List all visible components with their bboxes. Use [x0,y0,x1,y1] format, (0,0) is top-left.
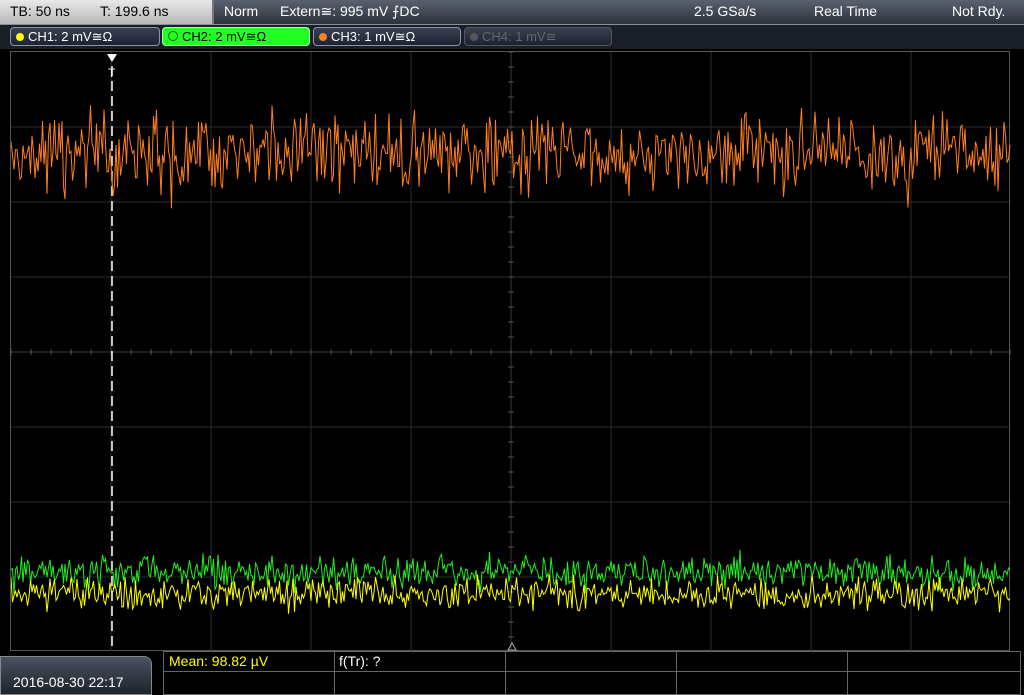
trigger-position-icon[interactable] [107,54,117,62]
channel-4-tab[interactable]: CH4: 1 mV≅ [464,27,612,46]
channel-3-color-dot [319,33,327,41]
ch2-trace [11,549,1011,594]
mean-measurement: Mean: 98.82 µV [169,653,269,669]
channel-1-color-dot [16,33,24,41]
trigger-time-readout: T: 199.6 ns [100,3,169,19]
channel-2-tab[interactable]: CH2: 2 mV≅Ω [162,27,310,46]
channel-1-tab[interactable]: CH1: 2 mV≅Ω [10,27,160,46]
channel-2-label: CH2: 2 mV≅Ω [182,29,267,44]
channel-bar: CH1: 2 mV≅Ω CH2: 2 mV≅Ω CH3: 1 mV≅Ω CH4:… [0,25,1024,49]
channel-3-label: CH3: 1 mV≅Ω [331,29,416,44]
bottom-bar: 2016-08-30 22:17 Mean: 98.82 µV f(Tr): ? [0,651,1024,695]
channel-4-color-dot [470,33,478,41]
measurement-cell-6[interactable] [163,671,335,695]
ch3-trace [11,105,1011,209]
measurement-cell-7[interactable] [334,671,506,695]
measurement-cell-4[interactable] [676,651,848,672]
channel-1-label: CH1: 2 mV≅Ω [28,29,113,44]
measurement-cell-10[interactable] [847,671,1021,695]
channel-3-tab[interactable]: CH3: 1 mV≅Ω [313,27,461,46]
measurement-cell-8[interactable] [505,671,677,695]
sample-rate: 2.5 GSa/s [694,3,757,19]
ch1-trace [11,574,1011,614]
trigger-mode[interactable]: Norm [224,3,258,19]
measurement-panel: Mean: 98.82 µV f(Tr): ? [163,651,1021,695]
timebase-readout: TB: 50 ns [10,3,70,19]
horizontal-center-icon [507,641,517,651]
status-bar: TB: 50 ns T: 199.6 ns Norm Extern≅: 995 … [0,0,1024,25]
acquisition-mode[interactable]: Real Time [814,3,877,19]
datetime: 2016-08-30 22:17 [13,674,124,690]
trigger-source[interactable]: Extern≅: 995 mV ⨍DC [280,3,420,20]
measurement-cell-5[interactable] [847,651,1021,672]
trigger-status: Not Rdy. [952,3,1006,19]
waveforms: T [11,54,1011,652]
channel-2-color-dot [168,31,178,41]
frequency-measurement: f(Tr): ? [339,653,381,669]
measurement-cell-9[interactable] [676,671,848,695]
trigger-t-icon: T [108,66,116,80]
waveform-display[interactable]: T [10,51,1011,652]
channel-4-label: CH4: 1 mV≅ [482,29,557,44]
timebase-box[interactable]: TB: 50 ns T: 199.6 ns [0,0,214,24]
datetime-box: 2016-08-30 22:17 [0,656,152,695]
measurement-cell-3[interactable] [505,651,677,672]
